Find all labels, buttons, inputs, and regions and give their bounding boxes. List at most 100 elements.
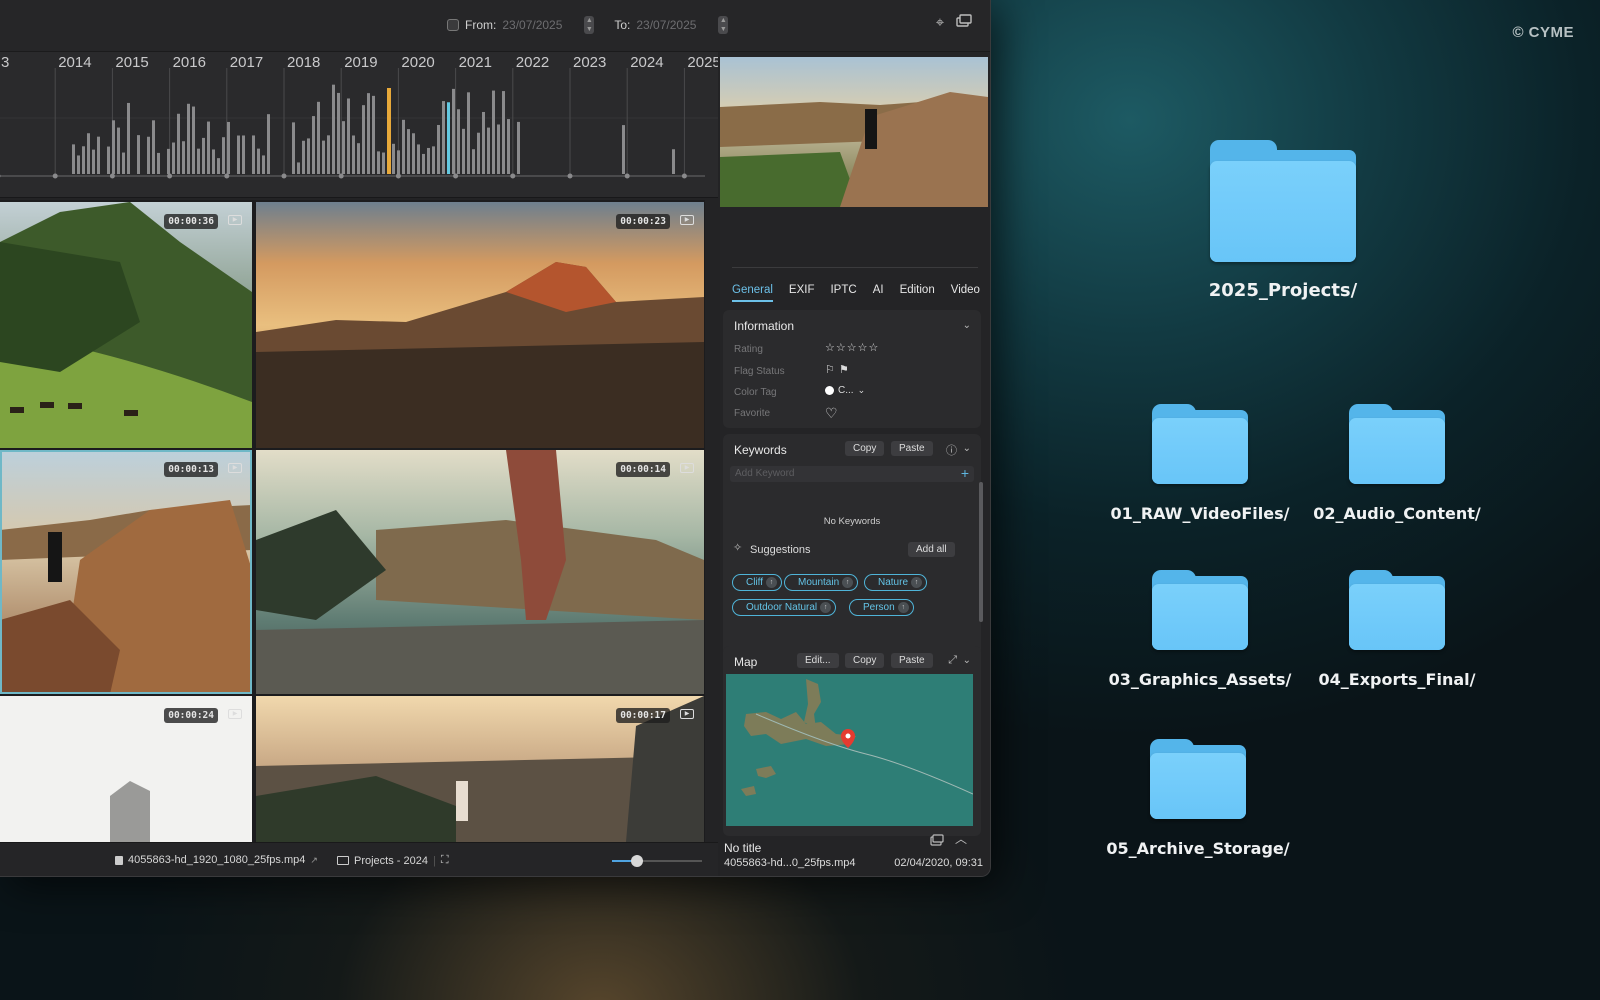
windows-icon[interactable] — [955, 14, 973, 32]
timeline-bar[interactable] — [117, 127, 120, 174]
timeline-bar[interactable] — [87, 133, 90, 174]
timeline-bar[interactable] — [412, 133, 415, 174]
timeline-bar[interactable] — [242, 135, 245, 174]
rating-stars[interactable]: ☆☆☆☆☆ — [825, 341, 879, 354]
chevron-down-icon[interactable]: ⌄ — [963, 443, 971, 454]
timeline-bar[interactable] — [157, 152, 160, 174]
map-paste-button[interactable]: Paste — [891, 653, 933, 668]
heart-icon[interactable]: ♡ — [825, 405, 838, 422]
folder-audio-content[interactable]: 02_Audio_Content/ — [1302, 404, 1492, 523]
timeline-bar[interactable] — [347, 98, 350, 174]
year-label[interactable]: 2014 — [58, 54, 91, 71]
timeline-bar[interactable] — [327, 135, 330, 174]
year-label[interactable]: 3 — [1, 54, 9, 71]
timeline-bar[interactable] — [402, 119, 405, 174]
timeline-bar[interactable] — [672, 149, 675, 174]
timeline-bar[interactable] — [172, 142, 175, 174]
timeline-bar[interactable] — [322, 140, 325, 174]
year-label[interactable]: 2025 — [687, 54, 718, 71]
date-filter-checkbox[interactable] — [447, 19, 459, 31]
timeline-bar[interactable] — [407, 129, 410, 174]
suggestion-chip[interactable]: Cliff ↑ — [732, 574, 783, 591]
thumbnail-horses-meadow[interactable]: 00:00:36 ▶ — [0, 202, 252, 448]
year-label[interactable]: 2016 — [173, 54, 206, 71]
timeline-bar[interactable] — [237, 135, 240, 174]
thumbnail-woman-rocks[interactable]: 00:00:17 ▶ — [256, 696, 704, 842]
timeline-bar[interactable] — [482, 111, 485, 174]
timeline-bar[interactable] — [77, 155, 80, 174]
add-keyword-plus-icon[interactable]: + — [961, 465, 969, 481]
timeline-bar[interactable] — [302, 140, 305, 174]
tab-exif[interactable]: EXIF — [789, 284, 815, 302]
timeline-bar[interactable] — [252, 135, 255, 174]
timeline-bar[interactable] — [622, 125, 625, 174]
timeline-histogram[interactable]: 3 2014 2015 2016 2017 2018 2019 2020 2021 2022 202… — [0, 52, 718, 198]
flag-icon[interactable]: ⚐ — [825, 363, 835, 376]
year-label[interactable]: 2023 — [573, 54, 606, 71]
timeline-bar[interactable] — [457, 109, 460, 174]
timeline-bar[interactable] — [292, 122, 295, 174]
thumbnail-mountain-sunset[interactable]: 00:00:23 ▶ — [256, 202, 704, 448]
timeline-bar[interactable] — [187, 103, 190, 174]
timeline-bar[interactable] — [442, 101, 445, 174]
zoom-slider-knob[interactable] — [631, 855, 644, 867]
timeline-bar[interactable] — [317, 101, 320, 174]
suggestion-chip[interactable]: Mountain ↑ — [784, 574, 859, 591]
timeline-bar[interactable] — [112, 120, 115, 174]
keywords-paste-button[interactable]: Paste — [891, 441, 933, 456]
info-icon[interactable]: ⓘ — [946, 442, 957, 458]
tab-video[interactable]: Video — [951, 284, 980, 302]
timeline-bar[interactable] — [177, 113, 180, 174]
timeline-bar[interactable] — [207, 121, 210, 174]
tab-iptc[interactable]: IPTC — [830, 284, 856, 302]
zoom-slider[interactable] — [612, 855, 702, 867]
year-label[interactable]: 2020 — [401, 54, 434, 71]
timeline-bar[interactable] — [487, 127, 490, 174]
timeline-bar[interactable] — [432, 146, 435, 174]
timeline-bar[interactable] — [217, 158, 220, 174]
year-label[interactable]: 2015 — [115, 54, 148, 71]
window-toggle-icon[interactable] — [930, 833, 944, 851]
timeline-bar[interactable] — [492, 90, 495, 174]
folder-raw-videofiles[interactable]: 01_RAW_VideoFiles/ — [1105, 404, 1295, 523]
timeline-bar[interactable] — [122, 152, 125, 174]
from-date-stepper[interactable]: ▲ ▼ — [584, 16, 595, 34]
timeline-bar[interactable] — [227, 121, 230, 174]
timeline-bar-current[interactable] — [447, 156, 450, 174]
timeline-bar[interactable] — [342, 121, 345, 174]
map-edit-button[interactable]: Edit... — [797, 653, 839, 668]
suggestion-chip[interactable]: Nature ↑ — [864, 574, 928, 591]
thumbnail-foggy-rider[interactable]: 00:00:24 ▶ — [0, 696, 252, 842]
keywords-copy-button[interactable]: Copy — [845, 441, 885, 456]
thumbnail-woman-cliff[interactable]: 00:00:13 ▶ — [0, 450, 252, 694]
timeline-bar[interactable] — [222, 137, 225, 174]
suggestion-chip[interactable]: Person ↑ — [849, 599, 914, 616]
timeline-bar[interactable] — [372, 95, 375, 174]
timeline-bar[interactable] — [72, 144, 75, 174]
year-label[interactable]: 2022 — [516, 54, 549, 71]
timeline-bar[interactable] — [212, 149, 215, 174]
timeline-bar[interactable] — [477, 132, 480, 174]
timeline-bar[interactable] — [137, 135, 140, 174]
timeline-bar[interactable] — [462, 128, 465, 174]
timeline-bar[interactable] — [467, 92, 470, 174]
timeline-bar[interactable] — [367, 93, 370, 174]
timeline-bar[interactable] — [257, 148, 260, 174]
folder-graphics-assets[interactable]: 03_Graphics_Assets/ — [1105, 570, 1295, 689]
timeline-bar[interactable] — [82, 146, 85, 174]
tab-edition[interactable]: Edition — [900, 284, 935, 302]
timeline-bar[interactable] — [397, 150, 400, 174]
timeline-bar[interactable] — [167, 148, 170, 174]
timeline-bar[interactable] — [337, 92, 340, 174]
timeline-bar[interactable] — [507, 119, 510, 174]
timeline-bar[interactable] — [312, 116, 315, 174]
timeline-bar[interactable] — [392, 143, 395, 174]
chevron-down-icon[interactable]: ⌄ — [963, 320, 971, 331]
timeline-bar[interactable] — [92, 149, 95, 174]
timeline-bar[interactable] — [147, 136, 150, 174]
expand-icon[interactable]: ⤢ — [948, 654, 957, 667]
timeline-bar[interactable] — [497, 124, 500, 174]
status-folder[interactable]: Projects - 2024 | ⛶ — [337, 854, 449, 867]
timeline-bar[interactable] — [452, 88, 455, 174]
year-label[interactable]: 2024 — [630, 54, 663, 71]
